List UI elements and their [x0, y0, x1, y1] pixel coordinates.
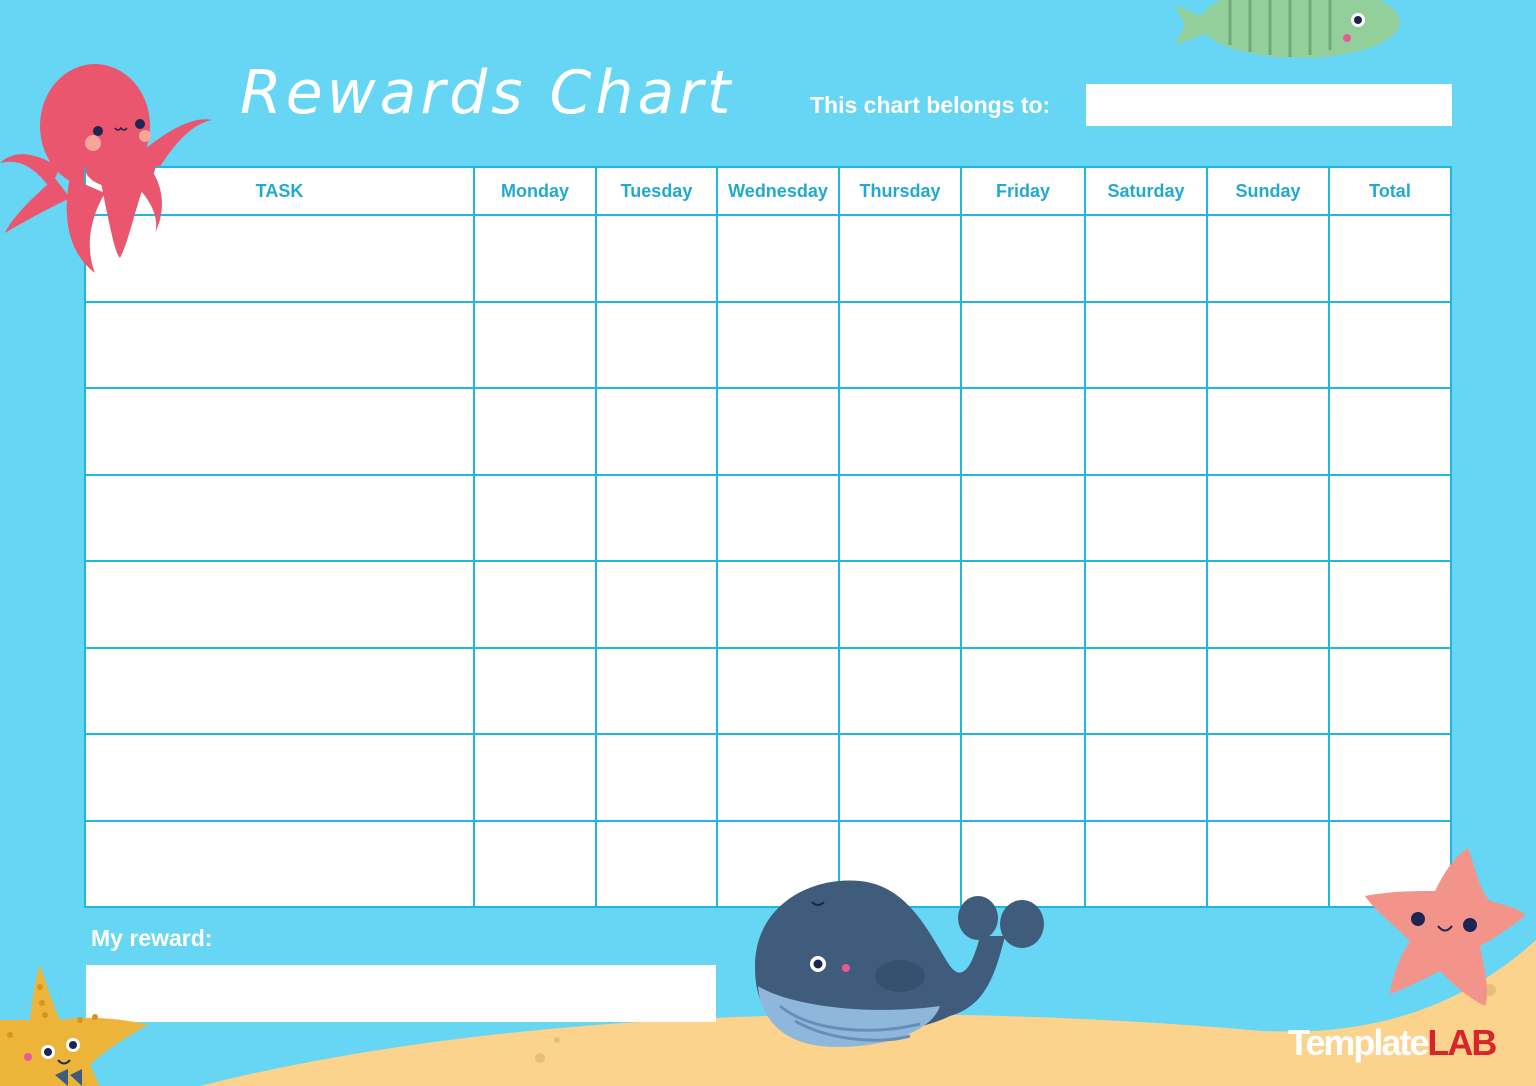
column-header-task: TASK [84, 166, 475, 216]
table-cell-sunday[interactable] [1206, 646, 1330, 735]
column-header-monday: Monday [473, 166, 597, 216]
table-row [84, 733, 1452, 822]
table-cell-tuesday[interactable] [595, 646, 718, 735]
column-header-saturday: Saturday [1084, 166, 1208, 216]
table-row [84, 214, 1452, 303]
table-cell-saturday[interactable] [1084, 473, 1208, 562]
task-cell[interactable] [84, 473, 475, 562]
table-row [84, 560, 1452, 649]
task-cell[interactable] [84, 560, 475, 649]
table-cell-wednesday[interactable] [716, 473, 840, 562]
column-header-tuesday: Tuesday [595, 166, 718, 216]
column-header-thursday: Thursday [838, 166, 962, 216]
table-cell-friday[interactable] [960, 473, 1086, 562]
table-header-row: TASK Monday Tuesday Wednesday Thursday Friday… [84, 166, 1452, 216]
belongs-to-input[interactable] [1086, 84, 1452, 126]
table-cell-saturday[interactable] [1084, 560, 1208, 649]
table-cell-tuesday[interactable] [595, 733, 718, 822]
table-row [84, 300, 1452, 389]
task-cell[interactable] [84, 819, 475, 908]
table-cell-monday[interactable] [473, 387, 597, 476]
table-cell-total[interactable] [1328, 646, 1452, 735]
table-cell-thursday[interactable] [838, 387, 962, 476]
whale-icon [755, 880, 1044, 1047]
table-cell-saturday[interactable] [1084, 819, 1208, 908]
table-cell-wednesday[interactable] [716, 214, 840, 303]
logo-part-template: Template [1288, 1022, 1429, 1063]
table-cell-thursday[interactable] [838, 646, 962, 735]
table-cell-saturday[interactable] [1084, 387, 1208, 476]
task-cell[interactable] [84, 733, 475, 822]
table-cell-sunday[interactable] [1206, 819, 1330, 908]
table-cell-sunday[interactable] [1206, 733, 1330, 822]
fish-icon [1175, 0, 1400, 58]
table-cell-monday[interactable] [473, 733, 597, 822]
column-header-friday: Friday [960, 166, 1086, 216]
table-cell-tuesday[interactable] [595, 819, 718, 908]
table-cell-monday[interactable] [473, 560, 597, 649]
table-cell-sunday[interactable] [1206, 473, 1330, 562]
table-body [84, 214, 1452, 908]
task-cell[interactable] [84, 300, 475, 389]
table-cell-sunday[interactable] [1206, 214, 1330, 303]
table-cell-wednesday[interactable] [716, 560, 840, 649]
table-cell-total[interactable] [1328, 387, 1452, 476]
reward-input[interactable] [86, 965, 716, 1022]
task-cell[interactable] [84, 387, 475, 476]
table-cell-monday[interactable] [473, 300, 597, 389]
table-cell-wednesday[interactable] [716, 300, 840, 389]
table-cell-wednesday[interactable] [716, 646, 840, 735]
task-cell[interactable] [84, 646, 475, 735]
table-cell-total[interactable] [1328, 560, 1452, 649]
table-cell-saturday[interactable] [1084, 214, 1208, 303]
table-cell-monday[interactable] [473, 646, 597, 735]
column-header-sunday: Sunday [1206, 166, 1330, 216]
table-cell-thursday[interactable] [838, 214, 962, 303]
table-cell-monday[interactable] [473, 473, 597, 562]
belongs-to-label: This chart belongs to: [810, 92, 1051, 118]
task-cell[interactable] [84, 214, 475, 303]
rewards-table: TASK Monday Tuesday Wednesday Thursday Friday… [84, 166, 1452, 908]
table-cell-friday[interactable] [960, 733, 1086, 822]
templatelab-logo: TemplateLAB [1288, 1022, 1497, 1064]
table-cell-total[interactable] [1328, 214, 1452, 303]
table-cell-thursday[interactable] [838, 733, 962, 822]
table-cell-friday[interactable] [960, 300, 1086, 389]
table-cell-total[interactable] [1328, 473, 1452, 562]
column-header-total: Total [1328, 166, 1452, 216]
reward-label: My reward: [91, 925, 213, 951]
table-cell-wednesday[interactable] [716, 733, 840, 822]
table-row [84, 646, 1452, 735]
table-cell-friday[interactable] [960, 646, 1086, 735]
table-cell-thursday[interactable] [838, 473, 962, 562]
table-cell-sunday[interactable] [1206, 387, 1330, 476]
table-cell-sunday[interactable] [1206, 560, 1330, 649]
table-cell-tuesday[interactable] [595, 560, 718, 649]
table-cell-friday[interactable] [960, 560, 1086, 649]
table-cell-tuesday[interactable] [595, 387, 718, 476]
table-cell-thursday[interactable] [838, 560, 962, 649]
starfish-yellow-icon [0, 965, 148, 1086]
table-cell-thursday[interactable] [838, 300, 962, 389]
table-cell-tuesday[interactable] [595, 473, 718, 562]
table-cell-tuesday[interactable] [595, 300, 718, 389]
table-cell-tuesday[interactable] [595, 214, 718, 303]
table-cell-monday[interactable] [473, 214, 597, 303]
logo-part-lab: LAB [1427, 1022, 1497, 1063]
table-row [84, 473, 1452, 562]
table-cell-total[interactable] [1328, 300, 1452, 389]
table-cell-total[interactable] [1328, 733, 1452, 822]
table-cell-friday[interactable] [960, 387, 1086, 476]
table-cell-sunday[interactable] [1206, 300, 1330, 389]
column-header-wednesday: Wednesday [716, 166, 840, 216]
table-cell-monday[interactable] [473, 819, 597, 908]
table-cell-saturday[interactable] [1084, 300, 1208, 389]
table-cell-saturday[interactable] [1084, 646, 1208, 735]
starfish-icon [1365, 848, 1525, 1006]
table-cell-friday[interactable] [960, 214, 1086, 303]
page-title: Rewards Chart [240, 58, 735, 128]
table-row [84, 387, 1452, 476]
table-cell-saturday[interactable] [1084, 733, 1208, 822]
table-cell-wednesday[interactable] [716, 387, 840, 476]
